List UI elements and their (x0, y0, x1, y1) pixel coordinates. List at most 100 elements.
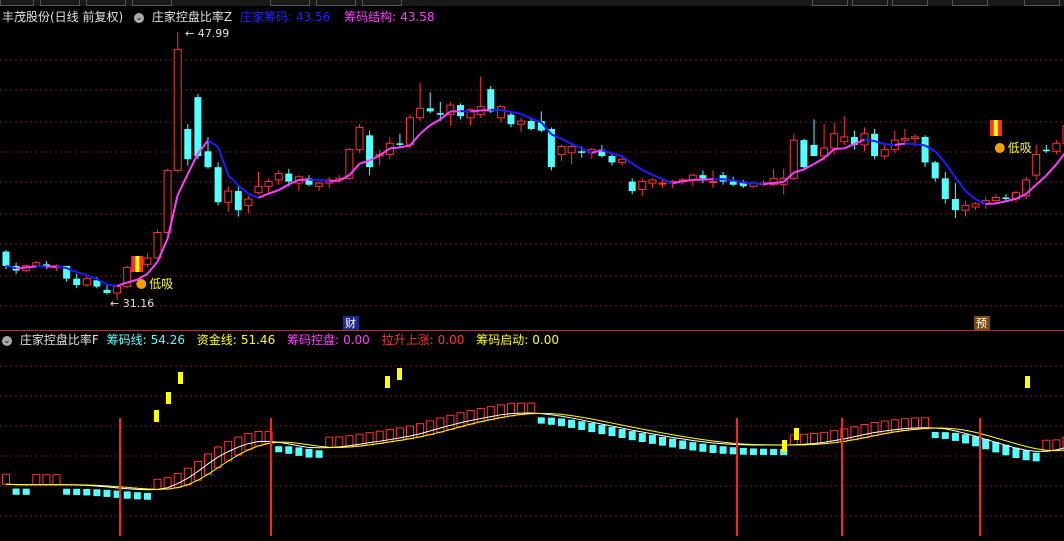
ma-line-segment (611, 152, 623, 158)
histogram-bar (719, 446, 727, 454)
histogram-bar (123, 491, 131, 499)
ma-line-segment (561, 137, 573, 145)
histogram-bar (83, 488, 91, 496)
histogram-bar (93, 489, 101, 497)
yellow-marker (1025, 376, 1030, 388)
histogram-bar (426, 420, 435, 436)
histogram-bar (870, 421, 879, 437)
histogram-bar (921, 417, 930, 430)
candle-body (931, 162, 939, 179)
histogram-bar (860, 424, 869, 439)
chart-canvas: ← 47.99← 31.16低吸低吸财预 (0, 27, 1064, 536)
candle-body (971, 203, 980, 208)
histogram-bar (638, 433, 646, 443)
candle-body (113, 286, 122, 294)
ma-line-segment (480, 108, 491, 112)
candle-body (557, 145, 566, 155)
histogram-bar (2, 473, 10, 485)
histogram-bar (315, 450, 323, 458)
ma-line-segment (1045, 163, 1058, 177)
candle-body (618, 158, 627, 163)
ma-line-segment (944, 162, 957, 178)
candle-body (224, 190, 233, 203)
ma-line-segment (106, 283, 118, 287)
ma-line-segment (136, 273, 148, 281)
ma-line-segment (904, 142, 916, 146)
candle-body (830, 133, 839, 149)
candle-body (628, 181, 636, 192)
histogram-bar (285, 446, 293, 454)
histogram-bar (486, 406, 495, 421)
candle-body (163, 169, 172, 233)
candle-body (941, 178, 949, 200)
histogram-bar (941, 432, 949, 439)
signal-icon (136, 279, 147, 289)
candle-body (234, 191, 242, 211)
candle-body (880, 149, 889, 157)
event-marker-label: 财 (345, 316, 356, 330)
candle-body (911, 136, 919, 140)
candle-body (800, 140, 808, 168)
candle-body (82, 278, 91, 286)
candle-body (840, 136, 849, 143)
histogram-bar (143, 492, 151, 500)
histogram-bar (52, 474, 61, 486)
histogram-bar (537, 417, 545, 424)
histogram-bar (931, 431, 939, 439)
histogram-bar (456, 412, 465, 428)
candle-body (487, 89, 495, 112)
histogram-bar (628, 431, 636, 441)
ma-line-segment (268, 189, 280, 195)
ma-line-segment (763, 182, 774, 185)
histogram-bar (568, 419, 576, 428)
ma-line-segment (470, 109, 481, 113)
histogram-bar (22, 488, 30, 495)
ma-line-segment (964, 190, 977, 201)
candle-body (638, 181, 647, 190)
ma-line-segment (1055, 152, 1064, 165)
candle-body (991, 196, 1000, 202)
histogram-bar (325, 436, 334, 449)
candle-body (1002, 197, 1010, 200)
candle-body (254, 185, 263, 194)
ma-line-segment (278, 183, 290, 191)
candle-body (194, 97, 202, 157)
histogram-bar (63, 488, 71, 495)
ma-line-segment (520, 113, 532, 120)
ma-line-segment (631, 162, 643, 171)
signal-icon (994, 143, 1005, 153)
candle-body (73, 278, 81, 286)
yellow-marker (178, 372, 183, 384)
candle-body (366, 135, 374, 168)
histogram-bar (32, 474, 41, 486)
candle-body (264, 181, 273, 187)
candle-body (507, 114, 515, 125)
ma-line-segment (843, 143, 855, 150)
candle-body (315, 182, 324, 187)
event-marker-label: 预 (976, 317, 987, 330)
histogram-bar (578, 421, 586, 430)
candle-body (921, 136, 929, 163)
candle-body (517, 120, 526, 125)
candle-body (900, 138, 909, 141)
ma-line-segment (652, 173, 663, 180)
candle-body (1052, 142, 1061, 152)
ma-line-segment (834, 147, 845, 151)
ma-line-segment (258, 192, 269, 199)
ma-line-segment (914, 143, 926, 147)
candle-body (709, 181, 717, 184)
histogram-bar (446, 414, 455, 430)
candle-body (567, 145, 576, 154)
candle-body (729, 181, 737, 185)
yellow-marker (166, 392, 171, 404)
histogram-bar (436, 417, 445, 433)
candle-body (274, 173, 283, 181)
candle-body (1042, 149, 1050, 152)
candle-body (436, 113, 444, 115)
ma-line-segment (207, 139, 219, 148)
histogram-bar (335, 436, 344, 448)
low-price-label: ← 31.16 (110, 297, 154, 310)
histogram-bar (103, 489, 111, 497)
histogram-bar (466, 410, 475, 425)
histogram-bar (295, 447, 303, 456)
